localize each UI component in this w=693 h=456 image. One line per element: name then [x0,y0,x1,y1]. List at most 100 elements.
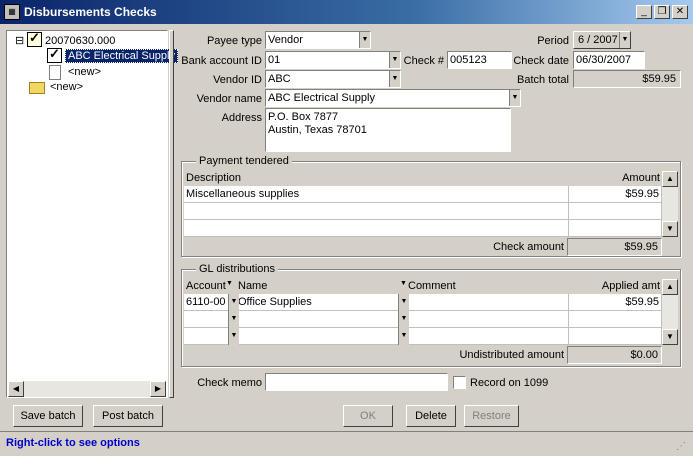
dropdown-icon[interactable]: ▼ [228,294,239,311]
payment-amount-header: Amount [622,172,660,184]
payment-tendered-title: Payment tendered [196,155,292,167]
record-1099-label: Record on 1099 [470,377,549,389]
dropdown-icon: ▼ [226,280,233,287]
gl-row-2-comment[interactable] [406,311,569,328]
check-memo-label: Check memo [197,377,262,389]
vendor-id-label: Vendor ID [213,74,262,86]
dropdown-icon[interactable]: ▼ [228,328,239,345]
gl-row-1-comment[interactable] [406,294,569,311]
payment-row-2-description[interactable] [184,203,569,220]
status-text: Right-click to see options [6,437,140,449]
check-date-input[interactable]: 06/30/2007 [573,51,645,69]
gl-comment-header: Comment [408,280,456,292]
folder-icon [29,82,45,94]
payment-table[interactable]: Miscellaneous supplies $59.95 [184,186,662,237]
address-label: Address [221,112,262,124]
gl-row-3-name[interactable] [236,328,406,345]
delete-button[interactable]: Delete [406,405,456,427]
gl-row-2-name[interactable] [236,311,406,328]
gl-table[interactable]: 6110-00 Office Supplies $59.95 ▼ ▼ ▼ ▼ ▼… [184,294,662,345]
gl-row-1-applied[interactable]: $59.95 [569,294,662,311]
scroll-left-icon[interactable]: ◀ [8,381,24,397]
record-1099-checkbox[interactable] [453,376,466,389]
payment-header-row: Description Amount [184,171,662,186]
payment-scrollbar[interactable]: ▲ ▼ [662,171,678,237]
window-title: Disbursements Checks [24,5,157,19]
splitter[interactable] [169,30,174,398]
payment-row-3-description[interactable] [184,220,569,237]
dropdown-icon[interactable]: ▼ [398,328,409,345]
close-button[interactable]: ✕ [672,5,688,19]
vendor-name-value: ABC Electrical Supply [268,92,375,104]
scroll-up-icon[interactable]: ▲ [662,171,678,187]
scroll-down-icon[interactable]: ▼ [662,329,678,345]
scroll-down-icon[interactable]: ▼ [662,221,678,237]
check-memo-input[interactable] [265,373,448,391]
scroll-up-icon[interactable]: ▲ [662,279,678,295]
checkbox-icon[interactable]: ✓ [27,30,42,47]
payee-type-label: Payee type [206,35,262,47]
period-label: Period [537,35,569,47]
undistributed-amount-value: $0.00 [567,346,662,364]
restore-button[interactable]: Restore [464,405,519,427]
app-icon: ▦ [4,4,20,20]
gl-scrollbar[interactable]: ▲ ▼ [662,279,678,345]
batch-total-label: Batch total [517,74,569,86]
gl-applied-header: Applied amt [601,280,660,292]
dropdown-icon[interactable]: ▼ [619,32,630,48]
gl-row-2-applied[interactable] [569,311,662,328]
resize-grip-icon[interactable]: ⋰ [676,440,690,454]
payment-row-1-description[interactable]: Miscellaneous supplies [184,186,569,203]
dropdown-icon[interactable]: ▼ [359,32,370,48]
gl-header-row: Account ▼ Name ▼ Comment Applied amt [184,279,662,294]
dropdown-icon: ▼ [400,280,407,287]
dropdown-icon[interactable]: ▼ [398,294,409,311]
payee-type-select[interactable]: Vendor ▼ [265,31,371,49]
tree-collapse-icon[interactable]: ⊟ [15,34,24,47]
dropdown-icon[interactable]: ▼ [509,90,520,106]
check-document-icon: ✓ [47,46,62,63]
dropdown-icon[interactable]: ▼ [228,311,239,328]
status-divider [0,431,693,432]
payment-row-1-amount[interactable]: $59.95 [569,186,662,203]
gl-account-header: Account [186,280,226,292]
batch-tree[interactable]: ⊟ ✓ 20070630.000 ✓ ABC Electrical Supply… [6,30,178,398]
bank-account-select[interactable]: 01 ▼ [265,51,401,69]
tree-horizontal-scrollbar[interactable]: ◀ ▶ [8,381,166,397]
period-value: 6 / 2007 [578,34,618,46]
document-icon [49,65,61,80]
gl-row-1-name[interactable]: Office Supplies [236,294,406,311]
scroll-right-icon[interactable]: ▶ [150,381,166,397]
check-number-input[interactable]: 005123 [447,51,512,69]
check-amount-value: $59.95 [567,238,662,256]
gl-name-header: Name [238,280,268,292]
dropdown-icon[interactable]: ▼ [389,71,400,87]
dropdown-icon[interactable]: ▼ [398,311,409,328]
title-bar: ▦ Disbursements Checks _ ❐ ✕ [0,0,693,24]
bank-account-label: Bank account ID [181,55,262,67]
vendor-id-select[interactable]: ABC ▼ [265,70,401,88]
dropdown-icon[interactable]: ▼ [389,52,400,68]
minimize-button[interactable]: _ [636,5,652,19]
maximize-button[interactable]: ❐ [654,5,670,19]
payee-type-value: Vendor [268,34,303,46]
vendor-id-value: ABC [268,73,291,85]
post-batch-button[interactable]: Post batch [93,405,163,427]
vendor-name-select[interactable]: ABC Electrical Supply ▼ [265,89,521,107]
period-select[interactable]: 6 / 2007 ▼ [573,31,631,49]
address-textarea[interactable]: P.O. Box 7877 Austin, Texas 78701 [265,108,511,152]
address-line-2: Austin, Texas 78701 [268,124,367,136]
bank-account-value: 01 [268,54,281,66]
gl-distributions-title: GL distributions [196,263,279,275]
gl-row-3-applied[interactable] [569,328,662,345]
payment-row-2-amount[interactable] [569,203,662,220]
tree-item-new-check[interactable]: <new> [68,66,101,78]
ok-button[interactable]: OK [343,405,393,427]
gl-row-3-comment[interactable] [406,328,569,345]
vendor-name-label: Vendor name [196,93,262,105]
payment-row-3-amount[interactable] [569,220,662,237]
tree-item-new-batch[interactable]: <new> [50,81,83,93]
address-line-1: P.O. Box 7877 [268,111,339,123]
payment-description-header: Description [186,172,242,184]
save-batch-button[interactable]: Save batch [13,405,83,427]
